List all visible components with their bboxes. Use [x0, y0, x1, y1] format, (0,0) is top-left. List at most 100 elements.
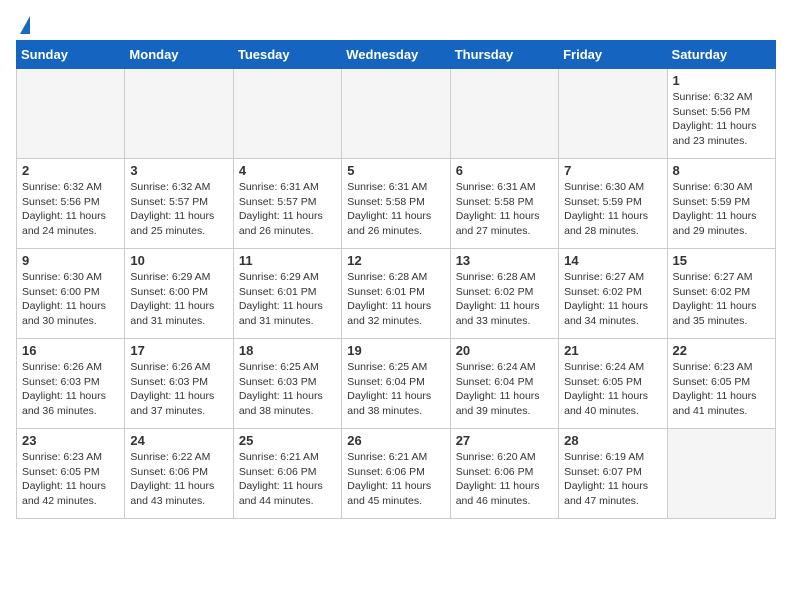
col-header-friday: Friday — [559, 41, 667, 69]
calendar-table: SundayMondayTuesdayWednesdayThursdayFrid… — [16, 40, 776, 519]
day-info: Sunrise: 6:28 AM Sunset: 6:02 PM Dayligh… — [456, 270, 553, 329]
day-info: Sunrise: 6:30 AM Sunset: 6:00 PM Dayligh… — [22, 270, 119, 329]
calendar-cell — [233, 69, 341, 159]
day-number: 6 — [456, 163, 553, 178]
day-info: Sunrise: 6:24 AM Sunset: 6:05 PM Dayligh… — [564, 360, 661, 419]
day-info: Sunrise: 6:32 AM Sunset: 5:57 PM Dayligh… — [130, 180, 227, 239]
calendar-cell: 9 Sunrise: 6:30 AM Sunset: 6:00 PM Daylig… — [17, 249, 125, 339]
calendar-cell — [667, 429, 775, 519]
day-number: 27 — [456, 433, 553, 448]
calendar-cell: 19 Sunrise: 6:25 AM Sunset: 6:04 PM Dayli… — [342, 339, 450, 429]
calendar-cell: 3 Sunrise: 6:32 AM Sunset: 5:57 PM Daylig… — [125, 159, 233, 249]
day-info: Sunrise: 6:31 AM Sunset: 5:58 PM Dayligh… — [456, 180, 553, 239]
calendar-cell: 4 Sunrise: 6:31 AM Sunset: 5:57 PM Daylig… — [233, 159, 341, 249]
day-info: Sunrise: 6:32 AM Sunset: 5:56 PM Dayligh… — [22, 180, 119, 239]
calendar-cell — [450, 69, 558, 159]
calendar-cell: 5 Sunrise: 6:31 AM Sunset: 5:58 PM Daylig… — [342, 159, 450, 249]
day-number: 9 — [22, 253, 119, 268]
day-info: Sunrise: 6:26 AM Sunset: 6:03 PM Dayligh… — [22, 360, 119, 419]
calendar-cell: 12 Sunrise: 6:28 AM Sunset: 6:01 PM Dayli… — [342, 249, 450, 339]
day-info: Sunrise: 6:31 AM Sunset: 5:58 PM Dayligh… — [347, 180, 444, 239]
calendar-cell: 10 Sunrise: 6:29 AM Sunset: 6:00 PM Dayli… — [125, 249, 233, 339]
day-info: Sunrise: 6:28 AM Sunset: 6:01 PM Dayligh… — [347, 270, 444, 329]
day-info: Sunrise: 6:21 AM Sunset: 6:06 PM Dayligh… — [239, 450, 336, 509]
calendar-cell: 18 Sunrise: 6:25 AM Sunset: 6:03 PM Dayli… — [233, 339, 341, 429]
day-number: 16 — [22, 343, 119, 358]
day-info: Sunrise: 6:23 AM Sunset: 6:05 PM Dayligh… — [673, 360, 770, 419]
page-header — [16, 16, 776, 30]
day-info: Sunrise: 6:25 AM Sunset: 6:04 PM Dayligh… — [347, 360, 444, 419]
calendar-cell: 11 Sunrise: 6:29 AM Sunset: 6:01 PM Dayli… — [233, 249, 341, 339]
day-number: 11 — [239, 253, 336, 268]
day-number: 19 — [347, 343, 444, 358]
day-info: Sunrise: 6:30 AM Sunset: 5:59 PM Dayligh… — [564, 180, 661, 239]
day-info: Sunrise: 6:19 AM Sunset: 6:07 PM Dayligh… — [564, 450, 661, 509]
day-number: 23 — [22, 433, 119, 448]
day-number: 21 — [564, 343, 661, 358]
day-info: Sunrise: 6:27 AM Sunset: 6:02 PM Dayligh… — [564, 270, 661, 329]
calendar-cell: 25 Sunrise: 6:21 AM Sunset: 6:06 PM Dayli… — [233, 429, 341, 519]
day-info: Sunrise: 6:22 AM Sunset: 6:06 PM Dayligh… — [130, 450, 227, 509]
calendar-cell: 6 Sunrise: 6:31 AM Sunset: 5:58 PM Daylig… — [450, 159, 558, 249]
calendar-cell: 24 Sunrise: 6:22 AM Sunset: 6:06 PM Dayli… — [125, 429, 233, 519]
day-info: Sunrise: 6:27 AM Sunset: 6:02 PM Dayligh… — [673, 270, 770, 329]
day-number: 13 — [456, 253, 553, 268]
day-number: 17 — [130, 343, 227, 358]
day-number: 8 — [673, 163, 770, 178]
calendar-cell: 17 Sunrise: 6:26 AM Sunset: 6:03 PM Dayli… — [125, 339, 233, 429]
day-number: 3 — [130, 163, 227, 178]
day-number: 15 — [673, 253, 770, 268]
calendar-cell: 21 Sunrise: 6:24 AM Sunset: 6:05 PM Dayli… — [559, 339, 667, 429]
day-info: Sunrise: 6:31 AM Sunset: 5:57 PM Dayligh… — [239, 180, 336, 239]
calendar-cell — [125, 69, 233, 159]
calendar-cell — [342, 69, 450, 159]
calendar-cell: 16 Sunrise: 6:26 AM Sunset: 6:03 PM Dayli… — [17, 339, 125, 429]
day-info: Sunrise: 6:25 AM Sunset: 6:03 PM Dayligh… — [239, 360, 336, 419]
day-info: Sunrise: 6:20 AM Sunset: 6:06 PM Dayligh… — [456, 450, 553, 509]
calendar-cell: 2 Sunrise: 6:32 AM Sunset: 5:56 PM Daylig… — [17, 159, 125, 249]
col-header-saturday: Saturday — [667, 41, 775, 69]
day-number: 2 — [22, 163, 119, 178]
day-info: Sunrise: 6:24 AM Sunset: 6:04 PM Dayligh… — [456, 360, 553, 419]
calendar-cell: 23 Sunrise: 6:23 AM Sunset: 6:05 PM Dayli… — [17, 429, 125, 519]
day-number: 5 — [347, 163, 444, 178]
calendar-cell — [559, 69, 667, 159]
calendar-cell: 15 Sunrise: 6:27 AM Sunset: 6:02 PM Dayli… — [667, 249, 775, 339]
day-number: 14 — [564, 253, 661, 268]
day-number: 10 — [130, 253, 227, 268]
day-number: 4 — [239, 163, 336, 178]
calendar-cell — [17, 69, 125, 159]
col-header-monday: Monday — [125, 41, 233, 69]
day-info: Sunrise: 6:32 AM Sunset: 5:56 PM Dayligh… — [673, 90, 770, 149]
day-number: 12 — [347, 253, 444, 268]
calendar-cell: 7Sunrise: 6:30 AM Sunset: 5:59 PM Daylig… — [559, 159, 667, 249]
logo — [16, 16, 30, 30]
calendar-cell: 13 Sunrise: 6:28 AM Sunset: 6:02 PM Dayli… — [450, 249, 558, 339]
day-info: Sunrise: 6:26 AM Sunset: 6:03 PM Dayligh… — [130, 360, 227, 419]
day-info: Sunrise: 6:29 AM Sunset: 6:01 PM Dayligh… — [239, 270, 336, 329]
day-number: 22 — [673, 343, 770, 358]
calendar-cell: 26 Sunrise: 6:21 AM Sunset: 6:06 PM Dayli… — [342, 429, 450, 519]
day-info: Sunrise: 6:30 AM Sunset: 5:59 PM Dayligh… — [673, 180, 770, 239]
calendar-cell: 20 Sunrise: 6:24 AM Sunset: 6:04 PM Dayli… — [450, 339, 558, 429]
day-number: 20 — [456, 343, 553, 358]
calendar-cell: 14 Sunrise: 6:27 AM Sunset: 6:02 PM Dayli… — [559, 249, 667, 339]
col-header-thursday: Thursday — [450, 41, 558, 69]
day-number: 1 — [673, 73, 770, 88]
calendar-cell: 1 Sunrise: 6:32 AM Sunset: 5:56 PM Daylig… — [667, 69, 775, 159]
calendar-cell: 27 Sunrise: 6:20 AM Sunset: 6:06 PM Dayli… — [450, 429, 558, 519]
day-info: Sunrise: 6:23 AM Sunset: 6:05 PM Dayligh… — [22, 450, 119, 509]
calendar-cell: 8 Sunrise: 6:30 AM Sunset: 5:59 PM Daylig… — [667, 159, 775, 249]
day-info: Sunrise: 6:21 AM Sunset: 6:06 PM Dayligh… — [347, 450, 444, 509]
col-header-tuesday: Tuesday — [233, 41, 341, 69]
col-header-wednesday: Wednesday — [342, 41, 450, 69]
col-header-sunday: Sunday — [17, 41, 125, 69]
day-number: 24 — [130, 433, 227, 448]
day-number: 26 — [347, 433, 444, 448]
day-info: Sunrise: 6:29 AM Sunset: 6:00 PM Dayligh… — [130, 270, 227, 329]
calendar-cell: 28 Sunrise: 6:19 AM Sunset: 6:07 PM Dayli… — [559, 429, 667, 519]
day-number: 18 — [239, 343, 336, 358]
calendar-cell: 22 Sunrise: 6:23 AM Sunset: 6:05 PM Dayli… — [667, 339, 775, 429]
day-number: 28 — [564, 433, 661, 448]
day-number: 25 — [239, 433, 336, 448]
